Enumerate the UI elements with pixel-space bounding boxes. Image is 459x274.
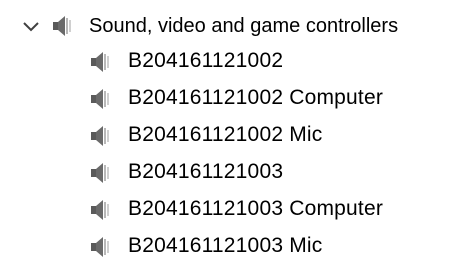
device-item[interactable]: B204161121002 Computer <box>0 80 459 117</box>
device-tree: Sound, video and game controllers B20416… <box>0 0 459 274</box>
device-item[interactable]: B204161121002 Mic <box>0 117 459 154</box>
speaker-icon <box>90 51 110 73</box>
device-label: B204161121002 Computer <box>128 86 384 109</box>
device-item[interactable]: B204161121003 <box>0 154 459 191</box>
device-item[interactable]: B204161121002 <box>0 43 459 80</box>
speaker-icon <box>90 199 110 221</box>
speaker-icon <box>90 162 110 184</box>
speaker-icon <box>90 236 110 258</box>
device-label: B204161121003 Computer <box>128 197 384 220</box>
category-sound-video-game-controllers[interactable]: Sound, video and game controllers <box>0 8 459 44</box>
device-label: B204161121003 <box>128 160 284 183</box>
device-label: B204161121002 Mic <box>128 123 323 146</box>
speaker-icon <box>90 88 110 110</box>
chevron-down-icon[interactable] <box>22 20 40 34</box>
device-item[interactable]: B204161121003 Mic <box>0 228 459 265</box>
device-item[interactable]: B204161121003 Computer <box>0 191 459 228</box>
speaker-icon <box>90 125 110 147</box>
device-label: B204161121003 Mic <box>128 234 323 257</box>
device-label: B204161121002 <box>128 49 284 72</box>
speaker-icon <box>52 15 72 37</box>
category-label: Sound, video and game controllers <box>89 15 399 37</box>
